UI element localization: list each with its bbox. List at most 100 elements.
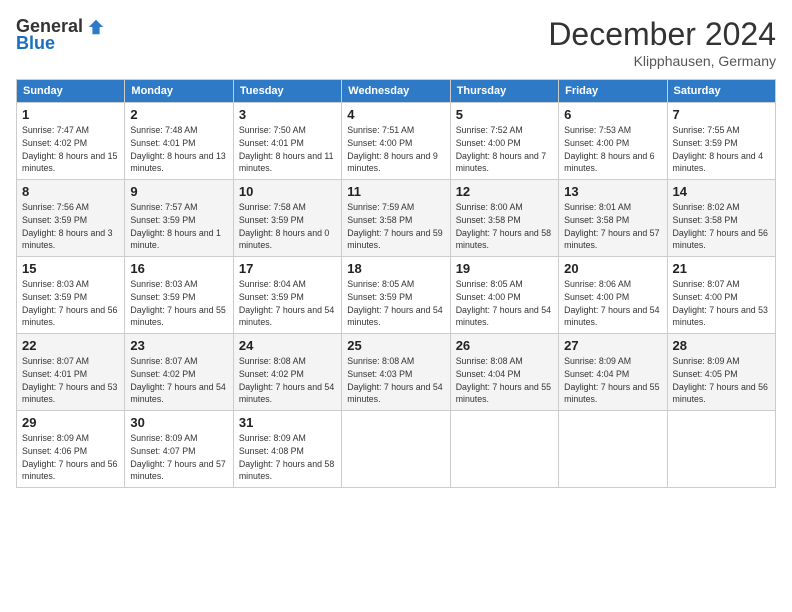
table-row: 23 Sunrise: 8:07 AM Sunset: 4:02 PM Dayl… — [125, 334, 233, 411]
day-info: Sunrise: 8:04 AM Sunset: 3:59 PM Dayligh… — [239, 278, 336, 329]
col-wednesday: Wednesday — [342, 80, 450, 103]
day-info: Sunrise: 8:07 AM Sunset: 4:00 PM Dayligh… — [673, 278, 770, 329]
day-info: Sunrise: 7:57 AM Sunset: 3:59 PM Dayligh… — [130, 201, 227, 252]
day-info: Sunrise: 7:52 AM Sunset: 4:00 PM Dayligh… — [456, 124, 553, 175]
table-row: 24 Sunrise: 8:08 AM Sunset: 4:02 PM Dayl… — [233, 334, 341, 411]
day-number: 28 — [673, 338, 770, 353]
day-info: Sunrise: 7:56 AM Sunset: 3:59 PM Dayligh… — [22, 201, 119, 252]
logo-icon — [87, 18, 105, 36]
page-container: General Blue December 2024 Klipphausen, … — [0, 0, 792, 498]
table-row: 30 Sunrise: 8:09 AM Sunset: 4:07 PM Dayl… — [125, 411, 233, 488]
day-number: 5 — [456, 107, 553, 122]
table-row: 17 Sunrise: 8:04 AM Sunset: 3:59 PM Dayl… — [233, 257, 341, 334]
col-monday: Monday — [125, 80, 233, 103]
day-info: Sunrise: 8:03 AM Sunset: 3:59 PM Dayligh… — [130, 278, 227, 329]
table-row: 26 Sunrise: 8:08 AM Sunset: 4:04 PM Dayl… — [450, 334, 558, 411]
col-tuesday: Tuesday — [233, 80, 341, 103]
day-info: Sunrise: 7:47 AM Sunset: 4:02 PM Dayligh… — [22, 124, 119, 175]
day-number: 12 — [456, 184, 553, 199]
table-row: 25 Sunrise: 8:08 AM Sunset: 4:03 PM Dayl… — [342, 334, 450, 411]
day-number: 19 — [456, 261, 553, 276]
table-row: 29 Sunrise: 8:09 AM Sunset: 4:06 PM Dayl… — [17, 411, 125, 488]
day-info: Sunrise: 8:09 AM Sunset: 4:08 PM Dayligh… — [239, 432, 336, 483]
day-number: 4 — [347, 107, 444, 122]
day-info: Sunrise: 8:09 AM Sunset: 4:06 PM Dayligh… — [22, 432, 119, 483]
day-number: 1 — [22, 107, 119, 122]
logo: General Blue — [16, 16, 105, 54]
col-sunday: Sunday — [17, 80, 125, 103]
day-info: Sunrise: 8:07 AM Sunset: 4:01 PM Dayligh… — [22, 355, 119, 406]
day-info: Sunrise: 7:50 AM Sunset: 4:01 PM Dayligh… — [239, 124, 336, 175]
day-info: Sunrise: 8:00 AM Sunset: 3:58 PM Dayligh… — [456, 201, 553, 252]
calendar-week-row: 29 Sunrise: 8:09 AM Sunset: 4:06 PM Dayl… — [17, 411, 776, 488]
table-row: 2 Sunrise: 7:48 AM Sunset: 4:01 PM Dayli… — [125, 103, 233, 180]
col-saturday: Saturday — [667, 80, 775, 103]
table-row: 27 Sunrise: 8:09 AM Sunset: 4:04 PM Dayl… — [559, 334, 667, 411]
table-row: 10 Sunrise: 7:58 AM Sunset: 3:59 PM Dayl… — [233, 180, 341, 257]
day-info: Sunrise: 7:55 AM Sunset: 3:59 PM Dayligh… — [673, 124, 770, 175]
table-row: 8 Sunrise: 7:56 AM Sunset: 3:59 PM Dayli… — [17, 180, 125, 257]
table-row: 5 Sunrise: 7:52 AM Sunset: 4:00 PM Dayli… — [450, 103, 558, 180]
day-info: Sunrise: 7:59 AM Sunset: 3:58 PM Dayligh… — [347, 201, 444, 252]
day-info: Sunrise: 8:09 AM Sunset: 4:07 PM Dayligh… — [130, 432, 227, 483]
day-number: 8 — [22, 184, 119, 199]
day-number: 21 — [673, 261, 770, 276]
location-subtitle: Klipphausen, Germany — [548, 53, 776, 69]
calendar-table: Sunday Monday Tuesday Wednesday Thursday… — [16, 79, 776, 488]
day-info: Sunrise: 8:01 AM Sunset: 3:58 PM Dayligh… — [564, 201, 661, 252]
table-row: 6 Sunrise: 7:53 AM Sunset: 4:00 PM Dayli… — [559, 103, 667, 180]
calendar-week-row: 22 Sunrise: 8:07 AM Sunset: 4:01 PM Dayl… — [17, 334, 776, 411]
day-number: 2 — [130, 107, 227, 122]
calendar-week-row: 15 Sunrise: 8:03 AM Sunset: 3:59 PM Dayl… — [17, 257, 776, 334]
calendar-week-row: 8 Sunrise: 7:56 AM Sunset: 3:59 PM Dayli… — [17, 180, 776, 257]
day-info: Sunrise: 8:07 AM Sunset: 4:02 PM Dayligh… — [130, 355, 227, 406]
table-row: 14 Sunrise: 8:02 AM Sunset: 3:58 PM Dayl… — [667, 180, 775, 257]
page-header: General Blue December 2024 Klipphausen, … — [16, 16, 776, 69]
table-row: 9 Sunrise: 7:57 AM Sunset: 3:59 PM Dayli… — [125, 180, 233, 257]
day-info: Sunrise: 7:58 AM Sunset: 3:59 PM Dayligh… — [239, 201, 336, 252]
day-number: 22 — [22, 338, 119, 353]
table-row: 31 Sunrise: 8:09 AM Sunset: 4:08 PM Dayl… — [233, 411, 341, 488]
day-number: 10 — [239, 184, 336, 199]
day-number: 18 — [347, 261, 444, 276]
table-row: 7 Sunrise: 7:55 AM Sunset: 3:59 PM Dayli… — [667, 103, 775, 180]
day-info: Sunrise: 7:51 AM Sunset: 4:00 PM Dayligh… — [347, 124, 444, 175]
day-info: Sunrise: 8:06 AM Sunset: 4:00 PM Dayligh… — [564, 278, 661, 329]
day-number: 23 — [130, 338, 227, 353]
day-number: 25 — [347, 338, 444, 353]
table-row: 3 Sunrise: 7:50 AM Sunset: 4:01 PM Dayli… — [233, 103, 341, 180]
day-info: Sunrise: 8:03 AM Sunset: 3:59 PM Dayligh… — [22, 278, 119, 329]
day-number: 27 — [564, 338, 661, 353]
table-row: 20 Sunrise: 8:06 AM Sunset: 4:00 PM Dayl… — [559, 257, 667, 334]
table-row: 4 Sunrise: 7:51 AM Sunset: 4:00 PM Dayli… — [342, 103, 450, 180]
day-number: 13 — [564, 184, 661, 199]
day-info: Sunrise: 8:09 AM Sunset: 4:04 PM Dayligh… — [564, 355, 661, 406]
col-thursday: Thursday — [450, 80, 558, 103]
day-info: Sunrise: 8:05 AM Sunset: 3:59 PM Dayligh… — [347, 278, 444, 329]
day-number: 3 — [239, 107, 336, 122]
day-number: 11 — [347, 184, 444, 199]
table-row: 15 Sunrise: 8:03 AM Sunset: 3:59 PM Dayl… — [17, 257, 125, 334]
day-info: Sunrise: 7:53 AM Sunset: 4:00 PM Dayligh… — [564, 124, 661, 175]
day-number: 6 — [564, 107, 661, 122]
day-number: 30 — [130, 415, 227, 430]
month-title: December 2024 — [548, 16, 776, 53]
table-row: 21 Sunrise: 8:07 AM Sunset: 4:00 PM Dayl… — [667, 257, 775, 334]
day-number: 14 — [673, 184, 770, 199]
day-info: Sunrise: 8:08 AM Sunset: 4:02 PM Dayligh… — [239, 355, 336, 406]
calendar-header-row: Sunday Monday Tuesday Wednesday Thursday… — [17, 80, 776, 103]
day-info: Sunrise: 8:05 AM Sunset: 4:00 PM Dayligh… — [456, 278, 553, 329]
table-row: 19 Sunrise: 8:05 AM Sunset: 4:00 PM Dayl… — [450, 257, 558, 334]
day-info: Sunrise: 8:02 AM Sunset: 3:58 PM Dayligh… — [673, 201, 770, 252]
table-row — [667, 411, 775, 488]
table-row: 13 Sunrise: 8:01 AM Sunset: 3:58 PM Dayl… — [559, 180, 667, 257]
calendar-week-row: 1 Sunrise: 7:47 AM Sunset: 4:02 PM Dayli… — [17, 103, 776, 180]
table-row: 18 Sunrise: 8:05 AM Sunset: 3:59 PM Dayl… — [342, 257, 450, 334]
day-number: 31 — [239, 415, 336, 430]
day-number: 24 — [239, 338, 336, 353]
day-number: 17 — [239, 261, 336, 276]
logo-blue-text: Blue — [16, 33, 55, 54]
table-row: 22 Sunrise: 8:07 AM Sunset: 4:01 PM Dayl… — [17, 334, 125, 411]
table-row: 11 Sunrise: 7:59 AM Sunset: 3:58 PM Dayl… — [342, 180, 450, 257]
day-number: 29 — [22, 415, 119, 430]
